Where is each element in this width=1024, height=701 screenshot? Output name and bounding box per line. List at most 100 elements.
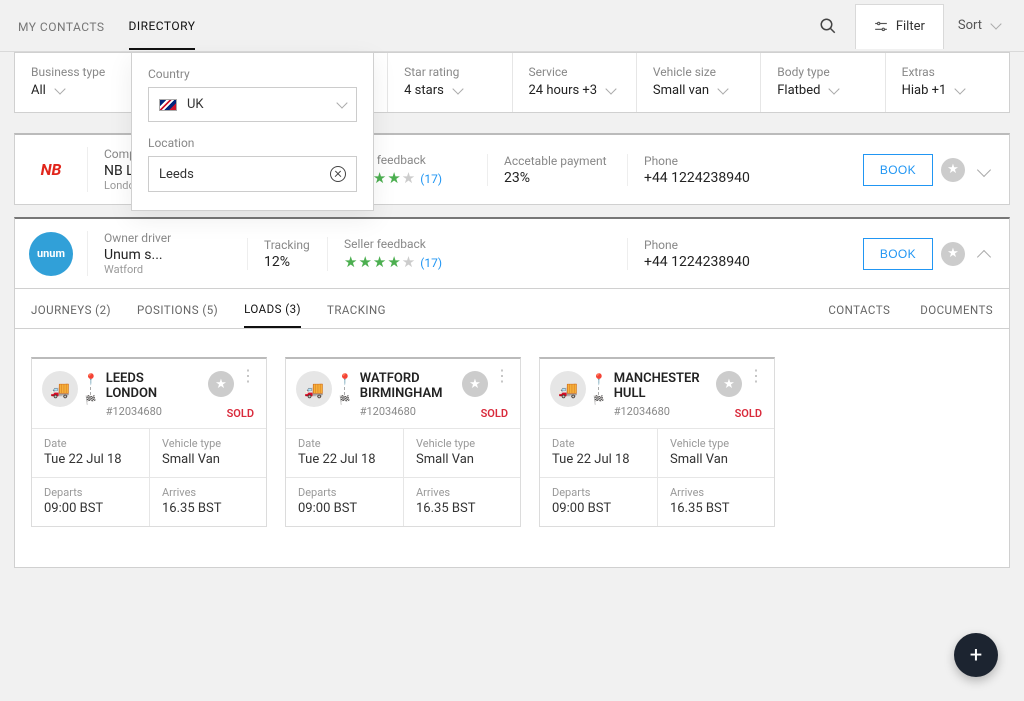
truck-icon: 🚚: [42, 371, 78, 407]
location-popover: Country UK Location Leeds: [131, 52, 374, 211]
phone-value: +44 1224238940: [644, 170, 761, 186]
filter-vehicle-size[interactable]: Vehicle size Small van: [637, 53, 761, 112]
cell-label: Departs: [44, 486, 137, 499]
result-subtabs: JOURNEYS (2) POSITIONS (5) LOADS (3) TRA…: [14, 289, 1010, 329]
tracking-value: 12%: [264, 254, 311, 270]
collapse-row-button[interactable]: [977, 249, 991, 263]
feedback-count[interactable]: (17): [420, 172, 442, 186]
chevron-down-icon: [452, 83, 463, 94]
filter-service[interactable]: Service 24 hours +3: [513, 53, 637, 112]
favorite-button[interactable]: ★: [941, 158, 965, 182]
favorite-button[interactable]: ★: [716, 371, 742, 397]
location-value: Leeds: [159, 167, 194, 182]
country-value: UK: [187, 97, 204, 112]
tab-my-contacts[interactable]: MY CONTACTS: [18, 2, 105, 49]
route-from: LEEDS: [106, 371, 208, 386]
status-badge: SOLD: [227, 407, 254, 420]
filter-value: Hiab +1: [902, 83, 947, 98]
clear-icon[interactable]: [330, 166, 346, 182]
subtab-loads[interactable]: LOADS (3): [244, 289, 301, 328]
col-label: Phone: [644, 154, 761, 168]
payment-value: 23%: [504, 170, 611, 186]
filter-label: Body type: [777, 65, 868, 79]
chevron-down-icon: [605, 83, 616, 94]
more-menu-button[interactable]: ⋮: [240, 371, 256, 381]
col-label: Tracking: [264, 238, 311, 252]
filter-value: 4 stars: [404, 83, 444, 98]
expand-row-button[interactable]: [977, 162, 991, 176]
star-rating-icon: ★★★★★: [344, 253, 416, 271]
top-tab-bar: MY CONTACTS DIRECTORY Filter Sort: [0, 0, 1024, 52]
col-label: Owner driver: [104, 231, 231, 245]
cell-value: Small Van: [162, 452, 254, 467]
filter-value: Small van: [653, 83, 709, 98]
favorite-button[interactable]: ★: [462, 371, 488, 397]
load-card: 🚚 📍🏁 LEEDS LONDON #12034680 ★ ⋮ SOLD Dat…: [31, 357, 267, 527]
cell-label: Arrives: [162, 486, 254, 499]
subtab-contacts[interactable]: CONTACTS: [828, 290, 890, 327]
col-label: Phone: [644, 238, 761, 252]
book-button[interactable]: BOOK: [863, 238, 933, 270]
location-input[interactable]: Leeds: [148, 156, 357, 192]
route-icon: 📍🏁: [592, 373, 606, 406]
route-icon: 📍🏁: [84, 373, 98, 406]
add-fab-button[interactable]: +: [954, 633, 998, 677]
cell-label: Arrives: [416, 486, 508, 499]
col-label: Accetable payment: [504, 154, 611, 168]
chevron-down-icon: [717, 83, 728, 94]
cell-label: Date: [552, 437, 645, 450]
subtab-positions[interactable]: POSITIONS (5): [137, 290, 218, 327]
more-menu-button[interactable]: ⋮: [748, 371, 764, 381]
country-select[interactable]: UK: [148, 87, 357, 122]
subtab-tracking[interactable]: TRACKING: [327, 290, 386, 327]
filter-value: Flatbed: [777, 83, 820, 98]
cell-value: 09:00 BST: [552, 501, 645, 516]
tab-directory[interactable]: DIRECTORY: [129, 1, 196, 50]
cell-value: Tue 22 Jul 18: [298, 452, 391, 467]
result-row: unum Owner driver Unum s... Watford Trac…: [14, 217, 1010, 289]
more-menu-button[interactable]: ⋮: [494, 371, 510, 381]
sort-label: Sort: [958, 18, 982, 33]
load-ref: #12034680: [106, 405, 208, 418]
cell-value: Small Van: [670, 452, 762, 467]
route-from: MANCHESTER: [614, 371, 716, 386]
load-ref: #12034680: [614, 405, 716, 418]
favorite-button[interactable]: ★: [208, 371, 234, 397]
cell-label: Date: [298, 437, 391, 450]
filter-business-type[interactable]: Business type All: [15, 53, 139, 112]
cell-label: Vehicle type: [416, 437, 508, 450]
status-badge: SOLD: [481, 407, 508, 420]
load-card: 🚚 📍🏁 WATFORD BIRMINGHAM #12034680 ★ ⋮ SO…: [285, 357, 521, 527]
truck-icon: 🚚: [550, 371, 586, 407]
subtab-journeys[interactable]: JOURNEYS (2): [31, 290, 111, 327]
chevron-down-icon: [336, 97, 347, 108]
sliders-icon: [874, 21, 888, 33]
cell-label: Arrives: [670, 486, 762, 499]
cell-label: Departs: [298, 486, 391, 499]
phone-value: +44 1224238940: [644, 254, 761, 270]
filter-button[interactable]: Filter: [855, 4, 944, 49]
feedback-count[interactable]: (17): [420, 256, 442, 270]
location-label: Location: [148, 136, 357, 150]
filter-extras[interactable]: Extras Hiab +1: [886, 53, 1009, 112]
col-label: Seller feedback: [344, 237, 471, 251]
company-name: Unum s...: [104, 247, 231, 263]
cell-value: Small Van: [416, 452, 508, 467]
route-to: BIRMINGHAM: [360, 386, 462, 401]
filter-value: All: [31, 83, 46, 98]
chevron-down-icon: [829, 83, 840, 94]
filter-body-type[interactable]: Body type Flatbed: [761, 53, 885, 112]
filter-rating[interactable]: Star rating 4 stars: [388, 53, 512, 112]
cell-value: 09:00 BST: [44, 501, 137, 516]
filter-label: Star rating: [404, 65, 495, 79]
filter-label: Extras: [902, 65, 993, 79]
subtab-documents[interactable]: DOCUMENTS: [920, 290, 993, 327]
cell-label: Vehicle type: [670, 437, 762, 450]
book-button[interactable]: BOOK: [863, 154, 933, 186]
cell-label: Departs: [552, 486, 645, 499]
cell-value: 09:00 BST: [298, 501, 391, 516]
favorite-button[interactable]: ★: [941, 242, 965, 266]
company-sub: Watford: [104, 263, 231, 276]
sort-button[interactable]: Sort: [944, 8, 1014, 43]
search-icon[interactable]: [819, 17, 855, 35]
